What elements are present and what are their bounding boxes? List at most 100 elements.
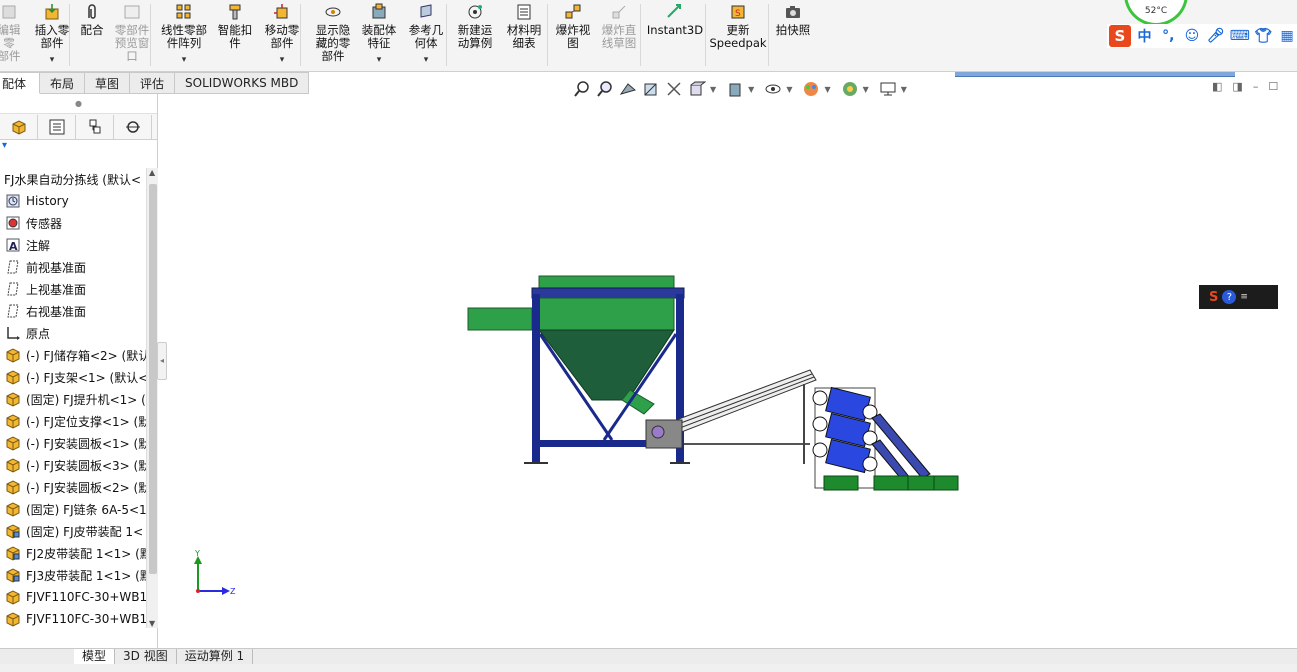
exploded-view-button[interactable]: 爆炸视 图 <box>553 0 593 70</box>
command-tab[interactable]: SOLIDWORKS MBD <box>175 72 310 94</box>
filter-dropdown[interactable]: ▾ <box>0 140 157 160</box>
restore-icon[interactable]: ◧ <box>1212 80 1222 93</box>
tree-scrollbar[interactable]: ▲ ▼ <box>146 168 158 628</box>
camera-icon <box>784 3 802 21</box>
bottom-tab[interactable]: 模型 <box>74 649 116 665</box>
minimize-icon[interactable]: – <box>1253 80 1259 93</box>
bottom-tab[interactable]: 3D 视图 <box>115 649 177 665</box>
chevron-down-icon[interactable]: ▼ <box>748 85 754 94</box>
tree-item[interactable]: (-) FJ支架<1> (默认< <box>0 366 146 388</box>
property-manager-tab-icon[interactable] <box>38 114 76 139</box>
microphone-icon[interactable]: 🎤︎ <box>1206 28 1226 44</box>
ribbon-separator <box>69 4 70 66</box>
ribbon-separator <box>547 4 548 66</box>
move-component-button[interactable]: 移动零 部件 ▾ <box>262 0 302 70</box>
dimxpert-tab-icon[interactable] <box>114 114 152 139</box>
graphics-area[interactable]: Y Z <box>160 94 1297 648</box>
temperature-readout: 52°C <box>1144 6 1168 16</box>
configuration-manager-tab-icon[interactable] <box>76 114 114 139</box>
svg-text:A: A <box>9 240 18 253</box>
assembly-features-button[interactable]: 装配体 特征 ▾ <box>359 0 399 70</box>
edit-component-label: 编辑零 部件 <box>0 23 21 63</box>
chevron-down-icon[interactable]: ▼ <box>786 85 792 94</box>
keyboard-icon[interactable]: ⌨ <box>1230 28 1250 44</box>
tree-item[interactable]: 传感器 <box>0 212 146 234</box>
command-tab[interactable]: 配体 <box>0 72 40 94</box>
tree-item[interactable]: (-) FJ安装圆板<1> (默 <box>0 432 146 454</box>
mate-button[interactable]: 配合 <box>78 0 106 70</box>
bottom-tab[interactable]: 运动算例 1 <box>177 649 254 665</box>
reference-geometry-button[interactable]: 参考几 何体 ▾ <box>406 0 446 70</box>
command-tabs: 配体 布局 草图 评估 SOLIDWORKS MBD <box>0 72 320 94</box>
sorter-unit[interactable] <box>812 386 959 491</box>
instant3d-button[interactable]: Instant3D <box>647 0 703 70</box>
chevron-down-icon[interactable]: ▼ <box>824 85 830 94</box>
reference-geometry-label: 参考几 何体 <box>408 23 444 50</box>
tree-item[interactable]: FJ3皮带装配 1<1> (默 <box>0 564 146 586</box>
command-tab[interactable]: 草图 <box>85 72 131 94</box>
tree-item[interactable]: (-) FJ安装圆板<3> (默 <box>0 454 146 476</box>
tile-icon[interactable]: ◨ <box>1232 80 1242 93</box>
tree-item[interactable]: 原点 <box>0 322 146 344</box>
smart-fasteners-label: 智能扣 件 <box>217 23 253 50</box>
update-speedpak-button[interactable]: S 更新 Speedpak <box>709 0 767 70</box>
assembly-icon <box>4 544 22 562</box>
insert-component-button[interactable]: 插入零 部件 ▾ <box>32 0 72 70</box>
tree-item[interactable]: (-) FJ定位支撑<1> (默 <box>0 410 146 432</box>
tree-item[interactable]: 上视基准面 <box>0 278 146 300</box>
tree-item[interactable]: A 注解 <box>0 234 146 256</box>
maximize-icon[interactable]: ☐ <box>1268 80 1278 93</box>
command-tab[interactable]: 布局 <box>40 72 86 94</box>
panel-grip[interactable]: ● <box>0 94 157 114</box>
tree-item[interactable]: FJVF110FC-30+WB1 <box>0 608 146 630</box>
tree-item[interactable]: (固定) FJ链条 6A-5<1 <box>0 498 146 520</box>
smart-fasteners-button[interactable]: 智能扣 件 <box>215 0 255 70</box>
toolbox-icon[interactable]: ▦ <box>1277 28 1297 44</box>
chevron-down-icon[interactable]: ▼ <box>901 85 907 94</box>
bill-of-materials-button[interactable]: 材料明 细表 <box>504 0 544 70</box>
feature-manager-tab-icon[interactable] <box>0 114 38 139</box>
tree-item[interactable]: History <box>0 190 146 212</box>
scrollbar-thumb[interactable] <box>149 184 157 574</box>
scroll-up-icon[interactable]: ▲ <box>149 168 155 177</box>
tree-item[interactable]: (-) FJ安装圆板<2> (默 <box>0 476 146 498</box>
tree-item[interactable]: 右视基准面 <box>0 300 146 322</box>
component-preview-label: 零部件 预览窗 口 <box>114 23 150 63</box>
tree-item[interactable]: FJ2皮带装配 1<1> (默 <box>0 542 146 564</box>
tree-item-label: (-) FJ储存箱<2> (默认 <box>26 348 146 363</box>
take-snapshot-button[interactable]: 拍快照 <box>774 0 812 70</box>
tree-item[interactable]: (-) FJ储存箱<2> (默认 <box>0 344 146 366</box>
tree-item[interactable]: (固定) FJ皮带装配 1< <box>0 520 146 542</box>
chevron-down-icon[interactable]: ▾ <box>50 54 55 67</box>
linear-pattern-button[interactable]: 线性零部 件阵列 ▾ <box>158 0 210 70</box>
tree-item[interactable]: (固定) FJ提升机<1> ( <box>0 388 146 410</box>
sogou-logo-icon[interactable]: S <box>1109 25 1131 47</box>
chevron-down-icon[interactable]: ▾ <box>182 54 187 67</box>
menu-icon[interactable]: ≡ <box>1240 292 1248 302</box>
inclined-conveyor[interactable] <box>645 369 817 464</box>
tree-root-assembly[interactable]: FJ水果自动分拣线 (默认< <box>0 168 146 190</box>
chevron-down-icon[interactable]: ▾ <box>424 54 429 67</box>
skin-icon[interactable]: 👕︎ <box>1254 28 1274 44</box>
edit-component-button[interactable]: 编辑零 部件 <box>0 0 24 70</box>
ime-punctuation-toggle[interactable]: °, <box>1158 28 1178 44</box>
command-tab[interactable]: 评估 <box>130 72 176 94</box>
explode-line-sketch-button[interactable]: 爆炸直 线草图 <box>599 0 639 70</box>
tree-item[interactable]: FJVF110FC-30+WB1 <box>0 586 146 608</box>
tree-item-label: 右视基准面 <box>26 304 87 319</box>
sogou-logo-icon[interactable]: S <box>1209 290 1218 305</box>
component-preview-button[interactable]: 零部件 预览窗 口 <box>112 0 152 70</box>
emoji-icon[interactable]: ☺ <box>1182 28 1202 44</box>
storage-hopper[interactable] <box>467 275 685 415</box>
chevron-down-icon[interactable]: ▾ <box>377 54 382 67</box>
tree-item[interactable]: 前视基准面 <box>0 256 146 278</box>
show-hidden-button[interactable]: 显示隐 藏的零 部件 <box>311 0 355 70</box>
ime-language-toggle[interactable]: 中 <box>1135 26 1155 46</box>
new-motion-study-button[interactable]: 新建运 动算例 <box>455 0 495 70</box>
smart-fastener-icon <box>226 3 244 21</box>
chevron-down-icon[interactable]: ▼ <box>863 85 869 94</box>
help-icon[interactable]: ? <box>1222 290 1237 304</box>
chevron-down-icon[interactable]: ▼ <box>710 85 716 94</box>
scroll-down-icon[interactable]: ▼ <box>149 619 155 628</box>
chevron-down-icon[interactable]: ▾ <box>280 54 285 67</box>
